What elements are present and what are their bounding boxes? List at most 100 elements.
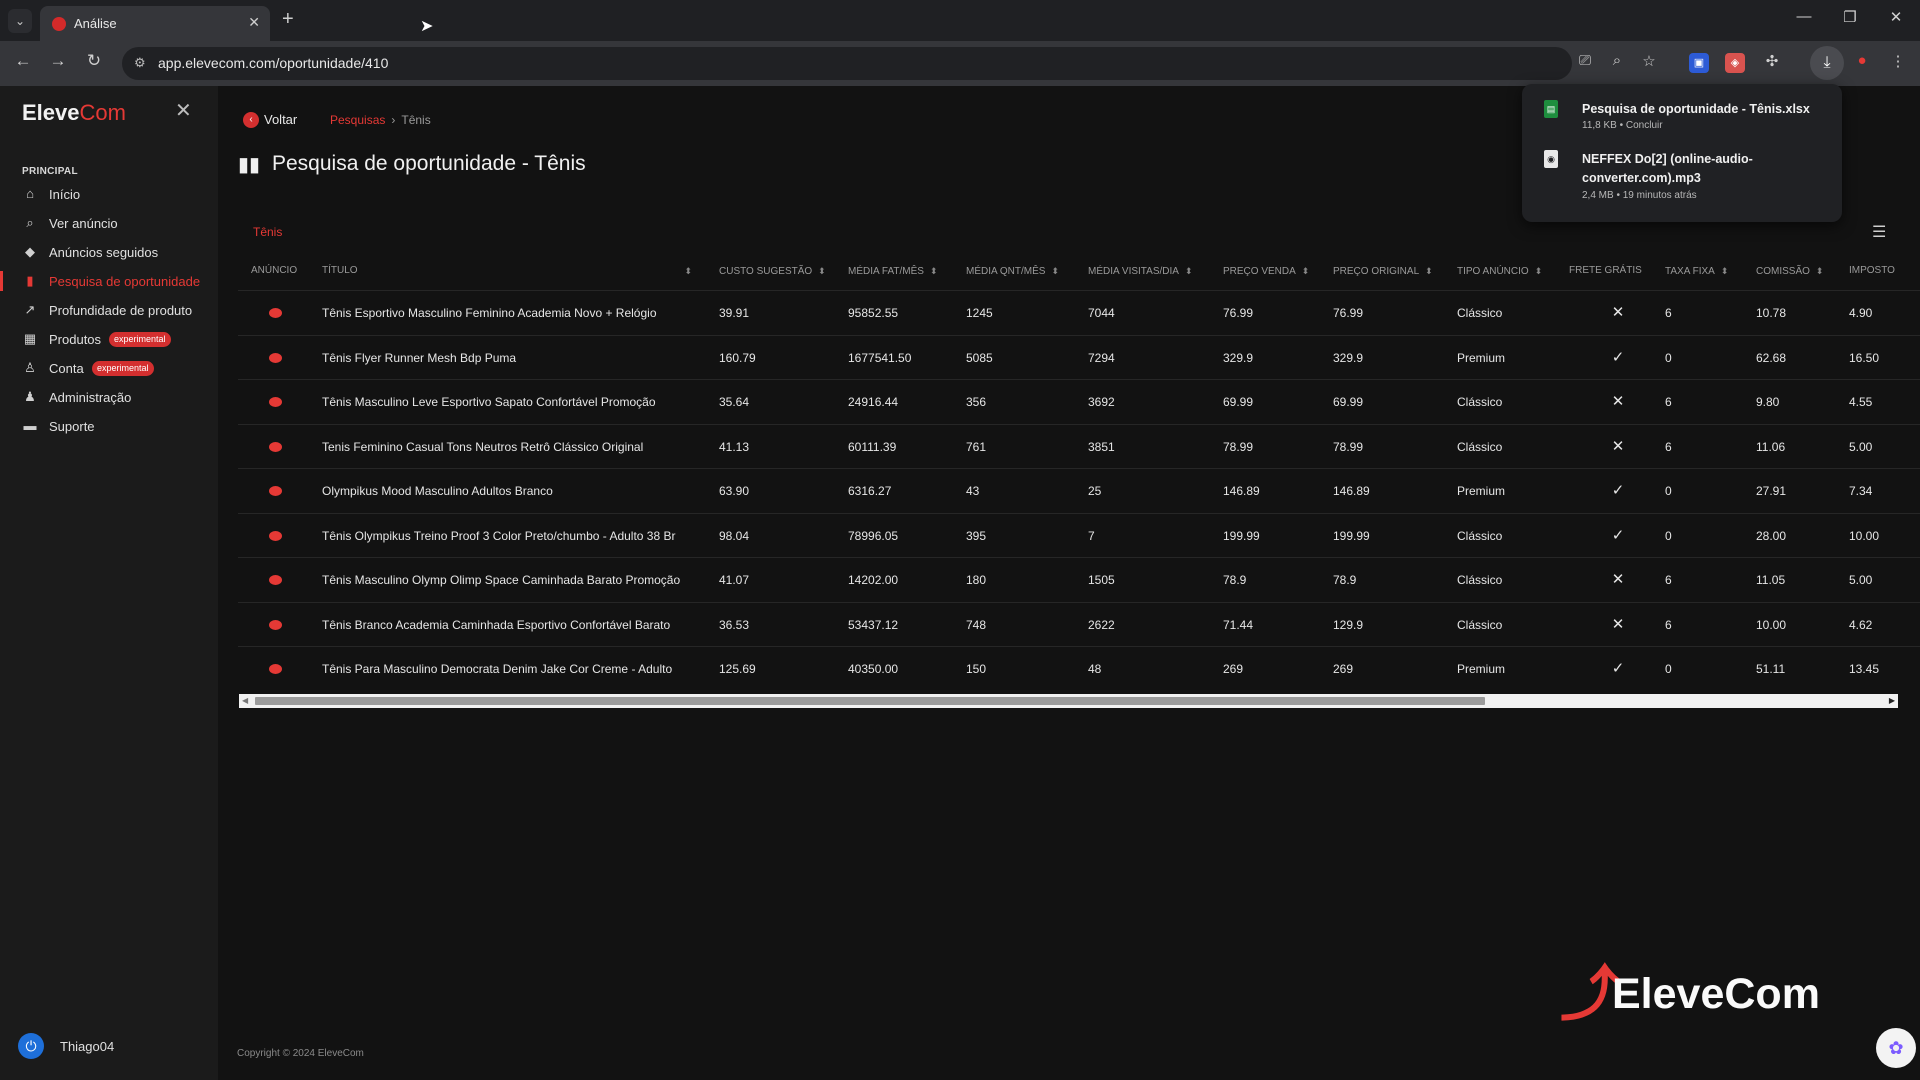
sidebar-item-label: Suporte	[49, 419, 95, 434]
cell-qnt: 395	[966, 528, 987, 543]
scroll-right-icon[interactable]: ▶	[1889, 694, 1895, 708]
col-header-imposto: IMPOSTO	[1849, 265, 1895, 276]
cell-imposto: 16.50	[1849, 350, 1880, 365]
new-tab-icon[interactable]: +	[282, 8, 294, 31]
tab-close-icon[interactable]: ✕	[248, 14, 260, 31]
table-row[interactable]: Olympikus Mood Masculino Adultos Branco 6…	[238, 468, 1920, 512]
extension-red-icon[interactable]: ◈	[1725, 53, 1745, 73]
table-row[interactable]: Tênis Masculino Leve Esportivo Sapato Co…	[238, 379, 1920, 423]
cell-fat: 95852.55	[848, 306, 899, 320]
sidebar-item-administracao[interactable]: ♟ Administração	[0, 384, 218, 410]
sidebar-item-anuncios-seguidos[interactable]: ◆ Anúncios seguidos	[0, 239, 218, 265]
filter-settings-icon[interactable]: ☰	[1872, 222, 1886, 242]
col-header-custo[interactable]: CUSTO SUGESTÃO ⬍	[719, 252, 826, 290]
sidebar-item-inicio[interactable]: ⌂ Início	[0, 181, 218, 207]
install-app-icon[interactable]: ⎚	[1573, 52, 1597, 69]
bar-chart-icon: ▮▮	[238, 154, 261, 176]
cell-tipo: Clássico	[1457, 573, 1503, 587]
browser-tab[interactable]: Análise ✕	[40, 6, 270, 41]
mouse-cursor-icon: ➤	[420, 18, 434, 35]
col-header-tipo[interactable]: TIPO ANÚNCIO ⬍	[1457, 252, 1542, 290]
cell-titulo: Tênis Masculino Olymp Olimp Space Caminh…	[322, 573, 681, 587]
table-row[interactable]: Tênis Olympikus Treino Proof 3 Color Pre…	[238, 512, 1920, 557]
zoom-icon[interactable]: ⌕	[1605, 52, 1629, 69]
cell-titulo: Tênis Masculino Leve Esportivo Sapato Co…	[322, 395, 656, 409]
table-row[interactable]: Tênis Masculino Olymp Olimp Space Caminh…	[238, 557, 1920, 601]
forward-arrow-icon[interactable]: →	[45, 51, 71, 71]
col-header-comissao[interactable]: COMISSÃO ⬍	[1756, 252, 1823, 290]
sidebar-item-suporte[interactable]: ▬ Suporte	[0, 413, 218, 439]
view-ad-icon[interactable]	[269, 486, 282, 496]
breadcrumb-link[interactable]: Pesquisas	[330, 113, 385, 127]
table-row[interactable]: Tênis Flyer Runner Mesh Bdp Puma 160.79 16…	[238, 334, 1920, 379]
profile-avatar-icon[interactable]: ●	[1850, 52, 1874, 69]
cell-tipo: Premium	[1457, 350, 1506, 365]
cell-visitas: 2622	[1088, 617, 1115, 632]
col-header-titulo[interactable]: TÍTULO ⬍	[322, 252, 692, 290]
cell-frete: ✕	[1611, 571, 1625, 588]
sort-icon: ⬍	[1534, 266, 1543, 276]
sidebar-item-conta[interactable]: ♙ Conta experimental	[0, 355, 218, 381]
view-ad-icon[interactable]	[269, 575, 282, 585]
view-ad-icon[interactable]	[269, 441, 282, 452]
col-header-original[interactable]: PREÇO ORIGINAL ⬍	[1333, 252, 1433, 290]
sidebar-item-produtos[interactable]: ▦ Produtos experimental	[0, 326, 218, 352]
cell-tipo: Clássico	[1457, 395, 1503, 409]
cell-fat: 1677541.50	[848, 350, 912, 365]
table-row[interactable]: Tenis Feminino Casual Tons Neutros Retrô…	[238, 423, 1920, 468]
restore-icon[interactable]: ❐	[1828, 8, 1872, 26]
cell-visitas: 3851	[1088, 439, 1115, 454]
view-ad-icon[interactable]	[269, 530, 282, 541]
chat-widget-button[interactable]: ✿	[1876, 1028, 1916, 1068]
view-ad-icon[interactable]	[269, 352, 282, 363]
cell-custo: 41.13	[719, 439, 750, 454]
col-header-taxa[interactable]: TAXA FIXA ⬍	[1665, 252, 1728, 290]
browser-tab-bar: ⌄ Análise ✕ + — ❐ ✕	[0, 0, 1920, 41]
view-ad-icon[interactable]	[269, 308, 282, 318]
address-bar[interactable]: ⚙ app.elevecom.com/oportunidade/410	[122, 47, 1572, 80]
brand-logo[interactable]: EleveCom	[22, 100, 126, 126]
cell-custo: 35.64	[719, 395, 750, 409]
sidebar-item-ver-anuncio[interactable]: ⌕ Ver anúncio	[0, 210, 218, 236]
col-header-anuncio: ANÚNCIO	[251, 265, 298, 276]
cell-visitas: 48	[1088, 662, 1102, 676]
window-close-icon[interactable]: ✕	[1874, 8, 1918, 26]
table-row[interactable]: Tênis Branco Academia Caminhada Esportiv…	[238, 601, 1920, 646]
view-ad-icon[interactable]	[269, 397, 282, 407]
tab-search-dropdown-icon[interactable]: ⌄	[8, 9, 32, 33]
user-icon: ♙	[24, 360, 36, 375]
tab-tenis[interactable]: Tênis	[253, 225, 282, 239]
extension-blue-icon[interactable]: ▣	[1689, 53, 1709, 73]
sidebar-item-pesquisa-oportunidade[interactable]: ▮ Pesquisa de oportunidade	[0, 268, 218, 294]
sidebar-item-profundidade-produto[interactable]: ↗ Profundidade de produto	[0, 297, 218, 323]
back-arrow-icon[interactable]: ←	[10, 51, 36, 71]
cell-tipo: Premium	[1457, 484, 1506, 498]
col-header-venda[interactable]: PREÇO VENDA ⬍	[1223, 252, 1309, 290]
sidebar-close-icon[interactable]: ✕	[175, 98, 192, 123]
view-ad-icon[interactable]	[269, 664, 282, 674]
table-row[interactable]: Tênis Esportivo Masculino Feminino Acade…	[238, 290, 1920, 334]
bookmark-star-icon[interactable]: ☆	[1637, 52, 1661, 70]
downloads-icon[interactable]: ⤓	[1810, 46, 1844, 80]
table-row[interactable]: Tênis Para Masculino Democrata Denim Jak…	[238, 646, 1920, 690]
cell-qnt: 1245	[966, 306, 993, 320]
cell-comissao: 62.68	[1756, 350, 1787, 365]
extensions-puzzle-icon[interactable]: ✣	[1760, 52, 1784, 70]
col-header-visitas[interactable]: MÉDIA VISITAS/DIA ⬍	[1088, 252, 1193, 290]
scroll-left-icon[interactable]: ◀	[242, 694, 248, 708]
cell-taxa: 6	[1665, 439, 1672, 454]
col-header-fat[interactable]: MÉDIA FAT/MÊS ⬍	[848, 252, 937, 290]
view-ad-icon[interactable]	[269, 619, 282, 630]
col-header-qnt[interactable]: MÉDIA QNT/MÊS ⬍	[966, 252, 1059, 290]
cell-comissao: 11.05	[1756, 573, 1786, 587]
scrollbar-thumb[interactable]	[255, 697, 1485, 705]
reload-icon[interactable]: ↻	[81, 51, 107, 71]
cell-fat: 60111.39	[848, 439, 897, 454]
minimize-icon[interactable]: —	[1782, 8, 1826, 25]
cell-frete: ✓	[1611, 482, 1625, 499]
chat-icon: ▬	[23, 418, 37, 433]
browser-menu-icon[interactable]: ⋮	[1886, 52, 1910, 70]
cell-comissao: 51.11	[1756, 662, 1786, 676]
site-settings-icon[interactable]: ⚙	[134, 55, 146, 71]
horizontal-scrollbar[interactable]: ◀ ▶	[239, 694, 1898, 708]
